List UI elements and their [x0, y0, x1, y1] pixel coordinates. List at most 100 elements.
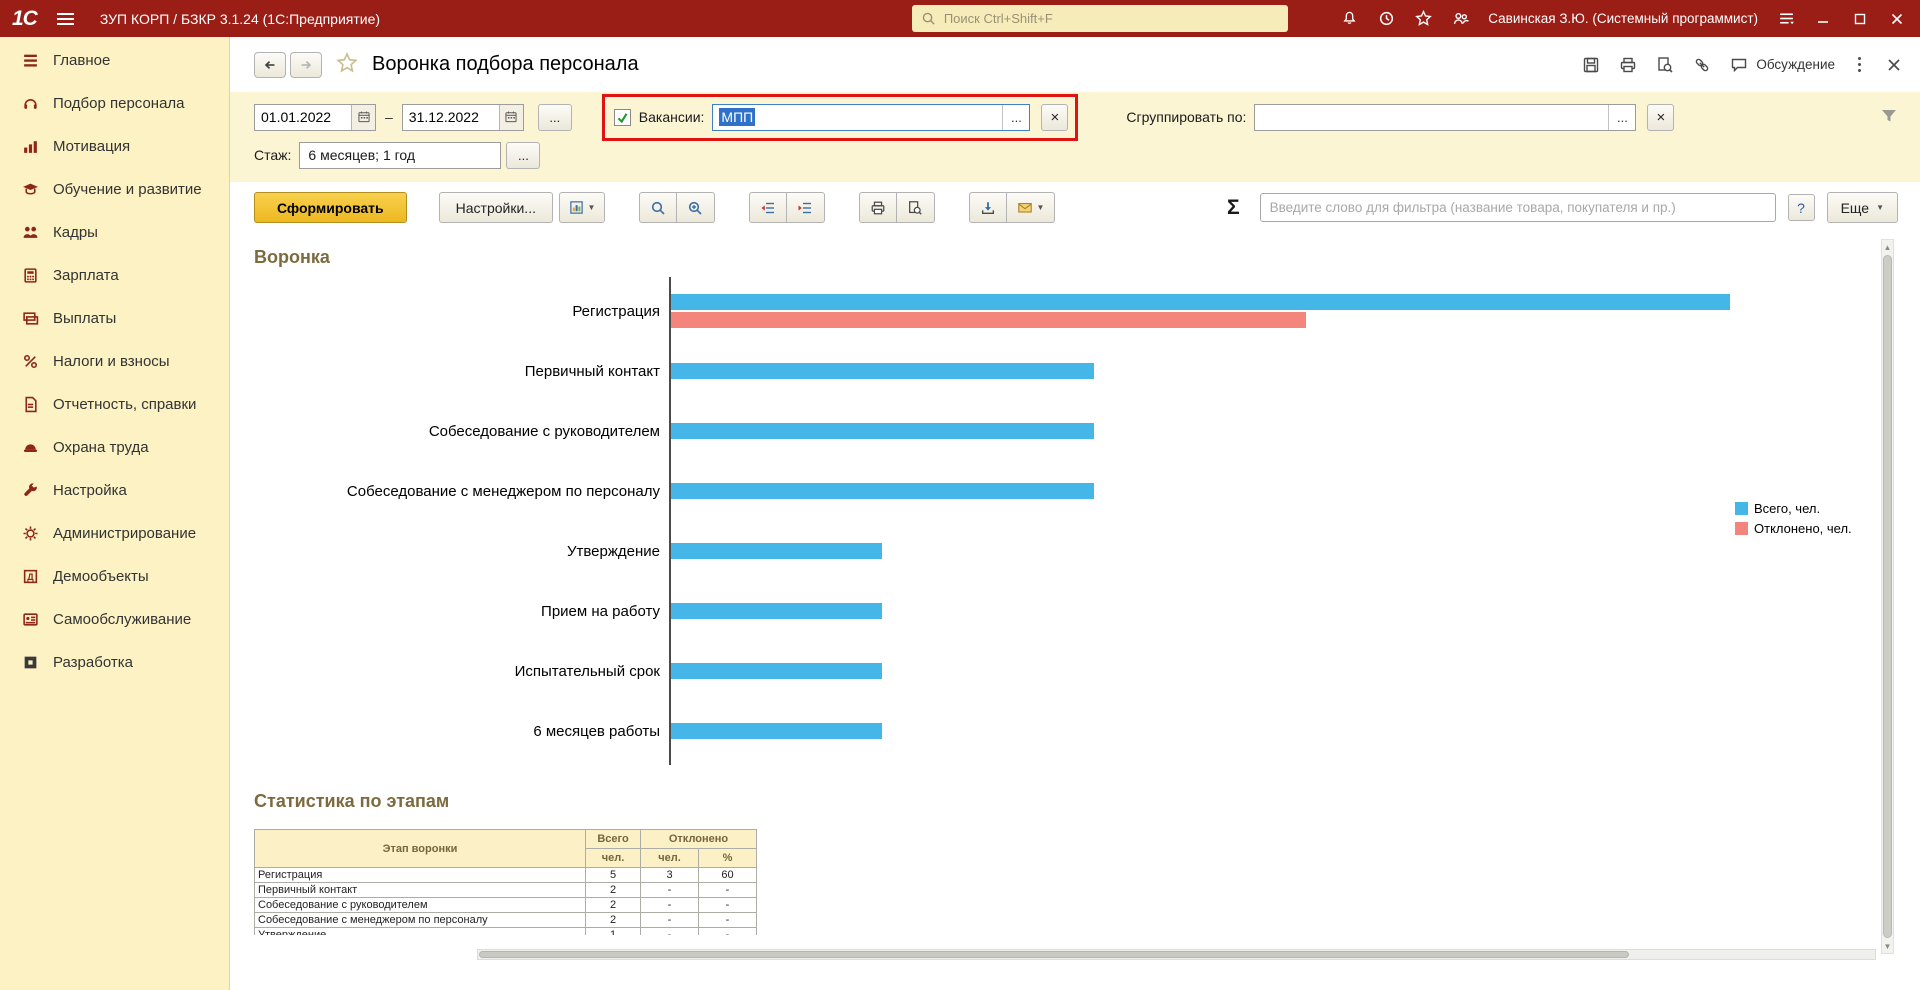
vacancy-clear-button[interactable]: ×: [1041, 103, 1069, 131]
funnel-chart-rows: Регистрация Первичный контакт Собеседовани…: [254, 281, 1894, 761]
sidebar-item-administration[interactable]: Администрирование: [0, 512, 229, 555]
window-minimize-button[interactable]: [1814, 10, 1832, 28]
sidebar-item-self-service[interactable]: Самообслуживание: [0, 598, 229, 641]
grouping-group: [748, 192, 825, 223]
sidebar-item-motivation[interactable]: Мотивация: [0, 125, 229, 168]
chart-bar: [670, 294, 1730, 310]
save-icon[interactable]: [1581, 55, 1601, 75]
stats-table-body: Регистрация 5 3 60 Первичный контакт 2- - Собес…: [254, 867, 757, 935]
print-preview-icon[interactable]: [1655, 55, 1675, 75]
close-page-icon[interactable]: [1884, 55, 1904, 75]
report-variant-button[interactable]: ▼: [558, 192, 605, 223]
send-email-button[interactable]: ▼: [1006, 192, 1055, 223]
chart-category-label: Собеседование с руководителем: [428, 422, 660, 440]
sidebar-item-development[interactable]: Разработка: [0, 641, 229, 684]
users-icon[interactable]: [1451, 10, 1469, 28]
helmet-icon: [20, 438, 40, 458]
window-maximize-button[interactable]: [1851, 10, 1869, 28]
collapse-groups-button[interactable]: [748, 192, 787, 223]
stats-cell-stage: Собеседование с менеджером по персоналу: [254, 912, 586, 928]
sidebar-item-recruitment[interactable]: Подбор персонала: [0, 82, 229, 125]
vertical-scrollbar[interactable]: ▲ ▼: [1881, 239, 1894, 954]
current-user-label[interactable]: Савинская З.Ю. (Системный программист): [1488, 11, 1758, 26]
get-link-icon[interactable]: [1692, 55, 1712, 75]
sidebar-item-salary[interactable]: Зарплата: [0, 254, 229, 297]
scroll-down-arrow[interactable]: ▼: [1882, 939, 1893, 953]
horizontal-scrollbar[interactable]: [477, 949, 1876, 960]
vacancy-picker-button[interactable]: ...: [1002, 104, 1029, 130]
save-report-file-button[interactable]: [968, 192, 1007, 223]
groupby-clear-button[interactable]: ×: [1647, 103, 1675, 131]
service-menu-icon[interactable]: [1777, 10, 1795, 28]
chart-bar: [670, 603, 882, 619]
vacancy-checkbox[interactable]: [613, 108, 631, 126]
quick-filter-input[interactable]: [1259, 193, 1776, 222]
print-preview-button[interactable]: [896, 192, 935, 223]
date-from-calendar-icon[interactable]: [351, 104, 375, 130]
sidebar-item-training[interactable]: Обучение и развитие: [0, 168, 229, 211]
sidebar-item-main[interactable]: Главное: [0, 39, 229, 82]
date-from-input[interactable]: [255, 104, 351, 130]
sidebar-item-taxes[interactable]: Налоги и взносы: [0, 340, 229, 383]
favorites-star-icon[interactable]: [1414, 10, 1432, 28]
sidebar-item-demo-objects[interactable]: Д Демообъекты: [0, 555, 229, 598]
stats-table-row[interactable]: Регистрация 5 3 60: [254, 867, 757, 883]
forward-button[interactable]: [290, 51, 322, 78]
sidebar-item-hr[interactable]: Кадры: [0, 211, 229, 254]
stats-col-total: Всего: [585, 829, 641, 849]
back-button[interactable]: [254, 51, 286, 78]
sidebar-item-labor-safety[interactable]: Охрана труда: [0, 426, 229, 469]
period-more-button[interactable]: ...: [537, 103, 572, 131]
chart-bars: [670, 483, 1894, 499]
report-settings-button[interactable]: Настройки...: [438, 192, 553, 223]
filter-funnel-icon[interactable]: [1880, 107, 1898, 128]
stats-table-row[interactable]: Первичный контакт 2- -: [254, 882, 757, 898]
groupby-field[interactable]: ...: [1254, 103, 1637, 131]
find-next-button[interactable]: [676, 192, 715, 223]
help-button[interactable]: ?: [1787, 194, 1815, 221]
date-to-input[interactable]: [402, 104, 499, 130]
chart-bar: [670, 423, 1094, 439]
groupby-picker-button[interactable]: ...: [1608, 104, 1635, 130]
horizontal-scroll-thumb[interactable]: [479, 951, 1629, 958]
discussion-label: Обсуждение: [1756, 57, 1835, 72]
chart-bar: [670, 312, 1306, 328]
stats-table: Этап воронки Всего Отклонено чел. чел. %…: [254, 829, 757, 935]
print-icon[interactable]: [1618, 55, 1638, 75]
favorite-star-icon[interactable]: [336, 52, 358, 77]
find-in-report-button[interactable]: [638, 192, 677, 223]
sidebar-item-payments[interactable]: Выплаты: [0, 297, 229, 340]
print-button[interactable]: [858, 192, 897, 223]
generate-report-button[interactable]: Сформировать: [254, 192, 407, 223]
vacancy-selected-value[interactable]: МПП: [719, 108, 756, 126]
global-search[interactable]: [912, 5, 1288, 32]
global-search-input[interactable]: [943, 11, 1280, 26]
vertical-scroll-thumb[interactable]: [1883, 255, 1892, 938]
more-button[interactable]: Еще ▼: [1826, 192, 1898, 223]
stats-table-row[interactable]: Утверждение 1- -: [254, 927, 757, 935]
stats-table-row[interactable]: Собеседование с менеджером по персоналу 2…: [254, 912, 757, 928]
date-to-calendar-icon[interactable]: [498, 104, 523, 130]
chart-category-label: 6 месяцев работы: [533, 722, 660, 740]
expand-groups-button[interactable]: [786, 192, 825, 223]
discussion-button[interactable]: Обсуждение: [1729, 55, 1835, 75]
experience-more-button[interactable]: ...: [506, 141, 541, 169]
main-menu-icon[interactable]: [56, 12, 74, 25]
experience-field[interactable]: 6 месяцев; 1 год: [299, 141, 502, 169]
sum-indicator[interactable]: Σ: [1227, 196, 1240, 220]
window-close-button[interactable]: [1888, 10, 1906, 28]
vacancy-field[interactable]: МПП ...: [712, 103, 1031, 131]
experience-value: 6 месяцев; 1 год: [308, 147, 416, 163]
section-sidebar: Главное Подбор персонала Мотивация Обуче…: [0, 37, 229, 990]
percent-icon: [20, 352, 40, 372]
stats-cell-total: 2: [585, 897, 641, 913]
chart-category-label: Испытательный срок: [514, 662, 660, 680]
scroll-up-arrow[interactable]: ▲: [1882, 240, 1893, 254]
sidebar-item-reports[interactable]: Отчетность, справки: [0, 383, 229, 426]
stats-table-row[interactable]: Собеседование с руководителем 2- -: [254, 897, 757, 913]
groupby-filter-group: Сгруппировать по: ... ×: [1126, 103, 1675, 131]
sidebar-item-settings[interactable]: Настройка: [0, 469, 229, 512]
more-actions-icon[interactable]: [1852, 55, 1867, 74]
history-icon[interactable]: [1377, 10, 1395, 28]
notifications-bell-icon[interactable]: [1340, 10, 1358, 28]
